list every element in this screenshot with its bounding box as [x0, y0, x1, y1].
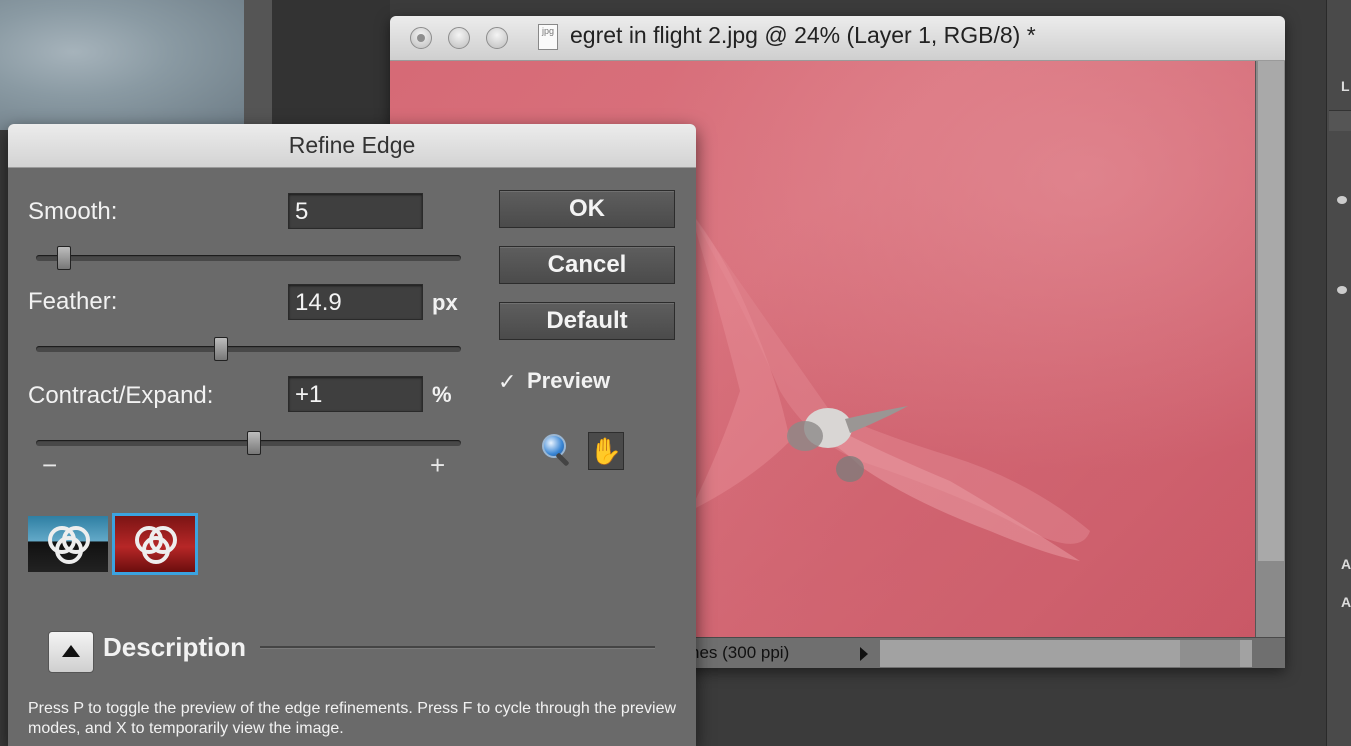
minimize-window-icon[interactable]: [448, 27, 470, 49]
description-divider: [260, 646, 655, 649]
rings-icon: [44, 522, 92, 566]
document-icon: jpg: [538, 24, 558, 50]
contract-expand-input[interactable]: +1: [288, 376, 423, 412]
preview-checkbox[interactable]: ✓: [498, 371, 518, 393]
default-button[interactable]: Default: [499, 302, 675, 340]
description-text: Press P to toggle the preview of the edg…: [28, 700, 677, 737]
right-panel-dock: L A A: [1326, 0, 1351, 746]
zoom-handle: [555, 452, 570, 467]
workspace-background: [272, 0, 390, 130]
visibility-eye-icon[interactable]: [1337, 286, 1347, 294]
smooth-slider[interactable]: [36, 246, 461, 270]
document-title: egret in flight 2.jpg @ 24% (Layer 1, RG…: [570, 22, 1036, 48]
minus-label: −: [42, 450, 58, 480]
panel-tab-label[interactable]: A: [1341, 556, 1351, 572]
description-title: Description: [103, 632, 247, 662]
standard-mode-icon[interactable]: [28, 516, 108, 572]
document-info-text: nes (300 ppi): [690, 643, 790, 662]
status-menu-arrow-icon[interactable]: [860, 647, 868, 661]
background-panel-strip: [244, 0, 272, 130]
feather-slider-handle[interactable]: [214, 337, 228, 361]
horizontal-scroll-thumb[interactable]: [1180, 640, 1240, 667]
panel-field[interactable]: [1329, 110, 1351, 131]
feather-slider[interactable]: [36, 337, 461, 361]
cancel-button[interactable]: Cancel: [499, 246, 675, 284]
quick-mask-mode-icon[interactable]: [112, 513, 198, 575]
close-window-icon[interactable]: [410, 27, 432, 49]
zoom-lens: [542, 434, 566, 458]
smooth-label: Smooth:: [28, 198, 118, 225]
panel-tab-label[interactable]: A: [1341, 594, 1351, 610]
horizontal-scrollbar[interactable]: [880, 640, 1252, 667]
vertical-scroll-thumb[interactable]: [1258, 61, 1284, 561]
visibility-eye-icon[interactable]: [1337, 196, 1347, 204]
ok-button[interactable]: OK: [499, 190, 675, 228]
smooth-slider-handle[interactable]: [57, 246, 71, 270]
description-toggle-icon[interactable]: [48, 631, 94, 673]
contract-expand-label: Contract/Expand:: [28, 382, 214, 409]
contract-expand-unit: %: [432, 382, 452, 407]
hand-icon[interactable]: ✋: [588, 432, 624, 470]
background-image-thumbnail: [0, 0, 244, 130]
zoom-window-icon[interactable]: [486, 27, 508, 49]
zoom-icon[interactable]: [540, 432, 574, 468]
dialog-title[interactable]: Refine Edge: [8, 124, 696, 168]
feather-unit: px: [432, 290, 458, 315]
panel-tab-label[interactable]: L: [1341, 78, 1350, 94]
feather-label: Feather:: [28, 288, 118, 315]
vertical-scrollbar[interactable]: [1255, 61, 1285, 637]
contract-expand-slider-handle[interactable]: [247, 431, 261, 455]
document-titlebar[interactable]: jpg egret in flight 2.jpg @ 24% (Layer 1…: [390, 16, 1285, 61]
preview-label[interactable]: Preview: [527, 368, 610, 394]
plus-label: +: [430, 450, 446, 480]
feather-input[interactable]: 14.9: [288, 284, 423, 320]
smooth-input[interactable]: 5: [288, 193, 423, 229]
contract-expand-slider[interactable]: [36, 431, 461, 455]
rings-icon: [131, 522, 179, 566]
refine-edge-dialog: Refine Edge Smooth: 5 Feather: 14.9 px C…: [8, 124, 696, 746]
